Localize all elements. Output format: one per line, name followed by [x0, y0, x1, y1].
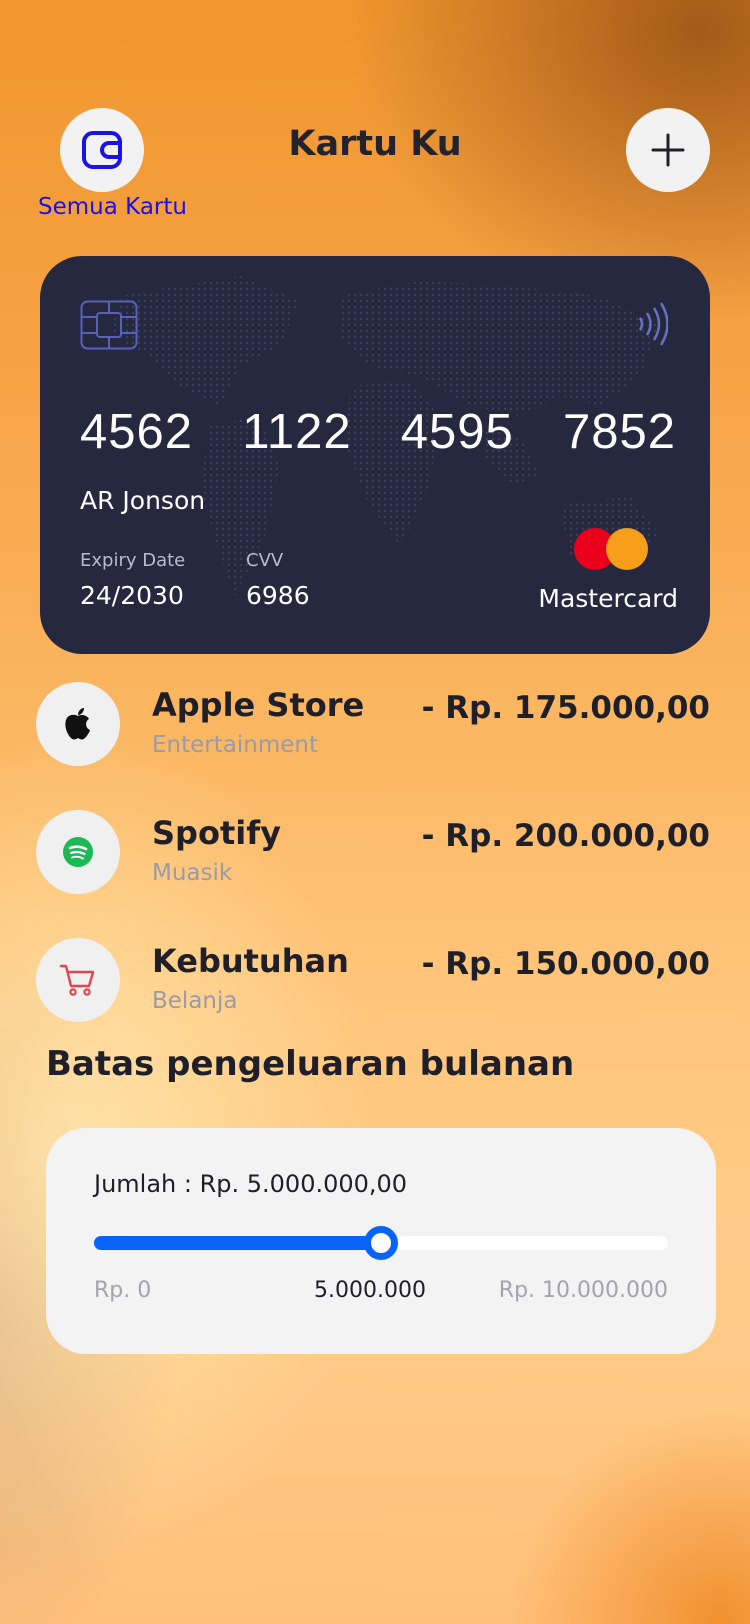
card-number-group: 4595 — [400, 405, 514, 459]
transaction-amount: - Rp. 150.000,00 — [421, 946, 710, 982]
apple-icon — [65, 708, 90, 740]
transaction-name: Apple Store — [152, 686, 365, 724]
spending-limit-title: Batas pengeluaran bulanan — [46, 1044, 575, 1084]
expiry-value: 24/2030 — [80, 581, 184, 610]
card-holder-name: AR Jonson — [80, 486, 206, 515]
expiry-label: Expiry Date — [80, 550, 186, 571]
card-number: 4562 1122 4595 7852 — [80, 404, 676, 460]
slider-current-label: 5.000.000 — [314, 1278, 426, 1303]
transaction-icon-container — [36, 682, 120, 766]
cvv-value: 6986 — [246, 581, 310, 610]
plus-icon — [651, 133, 685, 167]
slider-min-label: Rp. 0 — [94, 1278, 152, 1303]
transaction-amount: - Rp. 200.000,00 — [421, 818, 710, 854]
slider-fill — [94, 1236, 381, 1250]
slider-max-label: Rp. 10.000.000 — [498, 1278, 668, 1303]
spending-limit-slider[interactable] — [94, 1226, 668, 1260]
cvv-label: CVV — [246, 550, 284, 571]
transaction-name: Spotify — [152, 814, 281, 852]
transaction-category: Muasik — [152, 860, 233, 886]
transaction-amount: - Rp. 175.000,00 — [421, 690, 710, 726]
card-number-group: 7852 — [562, 405, 676, 459]
card-brand: Mastercard — [538, 584, 678, 613]
spotify-icon — [63, 837, 93, 867]
transaction-icon-container — [36, 810, 120, 894]
transaction-item[interactable]: Kebutuhan Belanja - Rp. 150.000,00 — [36, 938, 710, 1030]
mastercard-logo-icon — [574, 528, 650, 572]
card-chip-icon — [80, 300, 138, 350]
slider-thumb[interactable] — [364, 1226, 398, 1260]
spending-limit-amount: Jumlah : Rp. 5.000.000,00 — [94, 1170, 408, 1198]
cart-icon — [59, 964, 95, 996]
credit-card[interactable]: 4562 1122 4595 7852 AR Jonson Expiry Dat… — [40, 256, 710, 654]
contactless-icon — [638, 302, 668, 346]
transaction-item[interactable]: Spotify Muasik - Rp. 200.000,00 — [36, 810, 710, 902]
transaction-icon-container — [36, 938, 120, 1022]
transaction-category: Entertainment — [152, 732, 318, 758]
card-number-group: 4562 — [80, 405, 194, 459]
transaction-name: Kebutuhan — [152, 942, 349, 980]
transaction-category: Belanja — [152, 988, 238, 1014]
transaction-item[interactable]: Apple Store Entertainment - Rp. 175.000,… — [36, 682, 710, 774]
spending-limit-panel: Jumlah : Rp. 5.000.000,00 Rp. 0 5.000.00… — [46, 1128, 716, 1354]
all-cards-label[interactable]: Semua Kartu — [38, 194, 187, 220]
add-card-button[interactable] — [626, 108, 710, 192]
card-number-group: 1122 — [242, 405, 352, 459]
